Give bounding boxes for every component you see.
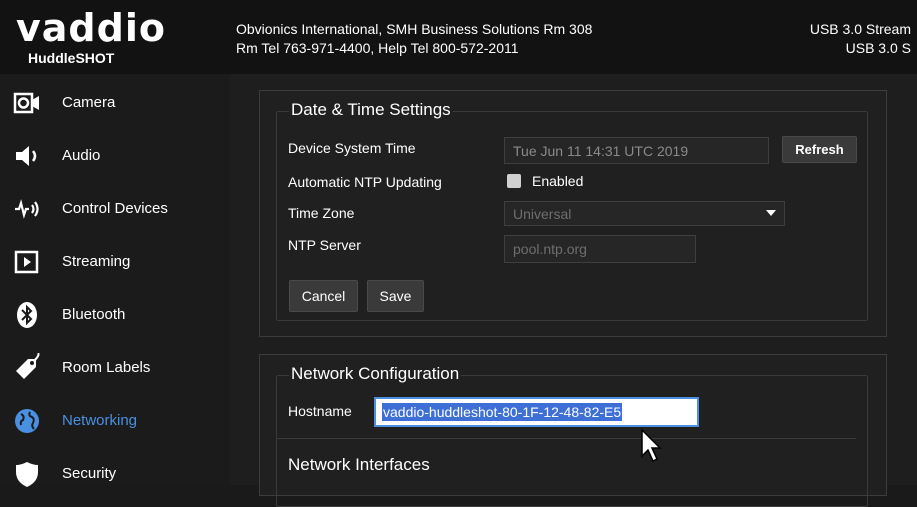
camera-icon: [12, 88, 42, 118]
timezone-label: Time Zone: [288, 205, 355, 221]
control-devices-icon: [12, 194, 42, 224]
timezone-value: Universal: [513, 205, 572, 222]
hostname-input[interactable]: vaddio-huddleshot-80-1F-12-48-82-E5: [374, 397, 699, 427]
sidebar-item-label: Streaming: [62, 253, 131, 270]
sidebar-item-camera[interactable]: Camera: [0, 76, 230, 129]
device-time-label: Device System Time: [288, 140, 416, 156]
sidebar-item-audio[interactable]: Audio: [0, 129, 230, 182]
mouse-cursor-icon: [641, 428, 662, 463]
brand-logo: vaddio: [16, 6, 166, 50]
sidebar-item-bluetooth[interactable]: Bluetooth: [0, 288, 230, 341]
sidebar-item-label: Networking: [62, 412, 138, 429]
sidebar-item-label: Room Labels: [62, 359, 151, 376]
sidebar-item-label: Camera: [62, 94, 116, 111]
sidebar-item-networking[interactable]: Networking: [0, 394, 230, 447]
header: vaddio HuddleSHOT Obvionics Internationa…: [0, 0, 917, 74]
room-info: Obvionics International, SMH Business So…: [236, 20, 592, 58]
play-icon: [12, 247, 42, 277]
sidebar-item-label: Control Devices: [62, 200, 168, 217]
datetime-title: Date & Time Settings: [289, 100, 453, 120]
chevron-down-icon: [766, 210, 776, 216]
sidebar: Camera Audio Control Devices Streaming B…: [0, 74, 230, 487]
tag-icon: [12, 352, 42, 383]
sidebar-item-label: Bluetooth: [62, 306, 126, 323]
cancel-button[interactable]: Cancel: [289, 280, 358, 312]
network-interfaces-title: Network Interfaces: [288, 455, 430, 474]
divider: [276, 438, 856, 439]
hostname-label: Hostname: [288, 403, 352, 419]
sidebar-item-label: Audio: [62, 147, 101, 164]
timezone-select[interactable]: Universal: [504, 201, 785, 226]
ntp-server-label: NTP Server: [288, 237, 361, 253]
ntp-enabled-checkbox[interactable]: [507, 174, 521, 188]
hostname-value: vaddio-huddleshot-80-1F-12-48-82-E5: [382, 403, 623, 421]
sidebar-item-control-devices[interactable]: Control Devices: [0, 182, 230, 235]
usb-status-line2: USB 3.0 S: [845, 40, 911, 56]
ntp-enabled-label: Enabled: [532, 173, 584, 189]
usb-status: USB 3.0 Stream USB 3.0 S: [810, 20, 911, 58]
speaker-icon: [12, 141, 42, 171]
globe-icon: [12, 406, 42, 436]
shield-icon: [12, 459, 42, 489]
bluetooth-icon: [12, 300, 42, 330]
sidebar-item-label: Security: [62, 465, 117, 482]
refresh-button[interactable]: Refresh: [782, 136, 857, 163]
sidebar-item-streaming[interactable]: Streaming: [0, 235, 230, 288]
ntp-server-input[interactable]: pool.ntp.org: [504, 235, 696, 263]
network-fieldset: Network Configuration: [276, 364, 868, 507]
sidebar-item-room-labels[interactable]: Room Labels: [0, 341, 230, 394]
room-info-line2: Rm Tel 763-971-4400, Help Tel 800-572-20…: [236, 40, 519, 56]
usb-status-line1: USB 3.0 Stream: [809, 21, 911, 37]
room-info-line1: Obvionics International, SMH Business So…: [236, 21, 593, 37]
save-button[interactable]: Save: [367, 280, 424, 312]
product-name: HuddleSHOT: [28, 50, 115, 66]
network-title: Network Configuration: [289, 364, 462, 384]
device-time-field: Tue Jun 11 14:31 UTC 2019: [504, 137, 769, 164]
sidebar-item-security[interactable]: Security: [0, 447, 230, 500]
ntp-update-label: Automatic NTP Updating: [288, 174, 442, 190]
